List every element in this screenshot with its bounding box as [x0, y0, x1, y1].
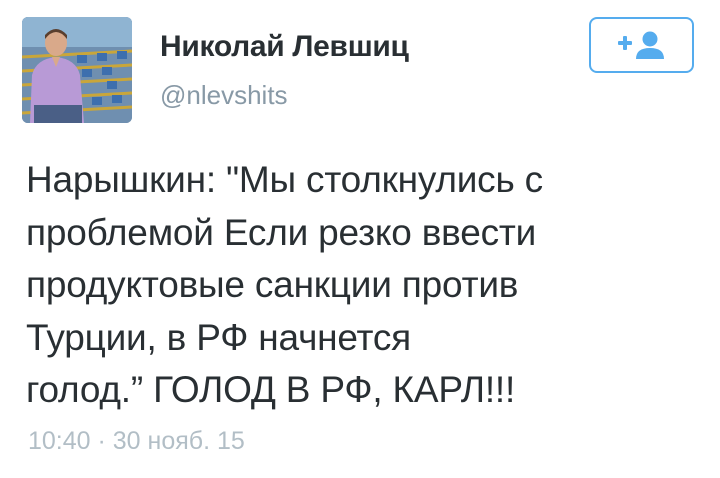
add-user-icon: [617, 31, 664, 59]
tweet-card: Николай Левшиц @nlevshits Нарышкин: "Мы …: [0, 0, 720, 478]
avatar-photo: [22, 17, 132, 123]
avatar[interactable]: [22, 17, 132, 123]
follow-button[interactable]: [589, 17, 694, 73]
timestamp[interactable]: 10:40 · 30 нояб. 15: [28, 427, 245, 456]
display-name[interactable]: Николай Левшиц: [160, 30, 409, 64]
tweet-text: Нарышкин: "Мы столкнулись с проблемой Ес…: [26, 159, 543, 410]
screen-name[interactable]: @nlevshits: [160, 80, 288, 111]
